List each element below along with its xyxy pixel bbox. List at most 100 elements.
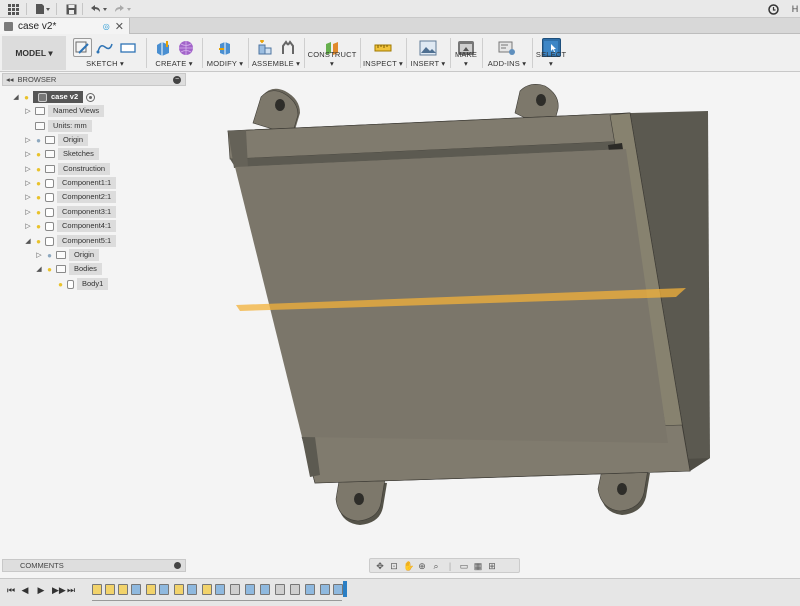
timeline-feature[interactable] — [320, 584, 330, 595]
tree-item-construction[interactable]: ▷ ● Construction — [24, 163, 111, 175]
zoom-window-icon[interactable]: ⌕ — [431, 561, 441, 571]
look-at-icon[interactable]: ⊡ — [389, 561, 399, 571]
make-group[interactable]: MAKE ▾ — [452, 36, 480, 70]
viewports-icon[interactable]: ⊞ — [487, 561, 497, 571]
expand-arrow-icon[interactable]: ▷ — [24, 150, 32, 158]
sketch-group[interactable]: SKETCH ▾ — [70, 36, 140, 70]
grid-settings-icon[interactable]: ▦ — [473, 561, 483, 571]
joint-icon[interactable] — [278, 38, 297, 57]
save-icon[interactable] — [64, 2, 78, 16]
inspect-group[interactable]: INSPECT ▾ — [362, 36, 404, 70]
tree-item-root[interactable]: ◢ ● case v2 — [12, 91, 96, 103]
file-icon[interactable] — [34, 2, 52, 16]
tree-item-bodies[interactable]: ◢ ● Bodies — [35, 263, 102, 275]
timeline-feature[interactable] — [92, 584, 102, 595]
visibility-bulb-icon[interactable]: ● — [23, 93, 30, 102]
press-pull-icon[interactable] — [216, 38, 235, 57]
browser-panel-header[interactable]: ◂◂ BROWSER − — [2, 73, 186, 86]
tree-item-component5-origin[interactable]: ▷ ● Origin — [35, 249, 100, 261]
tree-item-units[interactable]: Units: mm — [24, 120, 92, 132]
workspace-mode-button[interactable]: MODEL ▾ — [2, 36, 66, 70]
visibility-bulb-icon[interactable]: ● — [35, 237, 42, 246]
timeline-feature[interactable] — [105, 584, 115, 595]
expand-arrow-icon[interactable]: ▷ — [35, 251, 43, 259]
minimize-panel-icon[interactable]: − — [173, 75, 181, 84]
timeline-feature[interactable] — [230, 584, 240, 595]
timeline-feature[interactable] — [131, 584, 141, 595]
step-forward-icon[interactable]: ▶▶ — [52, 584, 66, 596]
model-canvas[interactable] — [190, 73, 800, 553]
visibility-bulb-icon[interactable]: ● — [35, 179, 42, 188]
tree-item-sketches[interactable]: ▷ ● Sketches — [24, 148, 99, 160]
assemble-group[interactable]: ASSEMBLE ▾ — [250, 36, 302, 70]
pan-icon[interactable]: ✋ — [403, 561, 414, 571]
tree-item-component2[interactable]: ▷ ● Component2:1 — [24, 191, 117, 203]
add-ins-group[interactable]: ADD-INS ▾ — [484, 36, 530, 70]
new-component-icon[interactable] — [255, 38, 274, 57]
go-to-end-icon[interactable]: ⏭ — [66, 584, 76, 596]
collapse-arrow-icon[interactable]: ◢ — [35, 265, 43, 273]
orbit-icon[interactable]: ✥ — [375, 561, 385, 571]
select-group[interactable]: SELECT ▾ — [534, 36, 568, 70]
undo-icon[interactable] — [88, 2, 108, 16]
go-to-start-icon[interactable]: ⏮ — [6, 584, 16, 596]
line-icon[interactable] — [96, 38, 115, 57]
insert-image-icon[interactable] — [419, 38, 438, 57]
create-sketch-icon[interactable] — [72, 38, 92, 57]
visibility-bulb-icon[interactable]: ● — [57, 280, 64, 289]
scripts-icon[interactable] — [498, 38, 517, 57]
collapse-arrow-icon[interactable]: ◢ — [12, 93, 20, 101]
app-grid-icon[interactable] — [6, 2, 20, 16]
3d-viewport[interactable] — [190, 73, 800, 553]
timeline-feature[interactable] — [305, 584, 315, 595]
close-tab-icon[interactable]: ✕ — [115, 20, 124, 33]
timeline-feature[interactable] — [202, 584, 212, 595]
tree-item-component3[interactable]: ▷ ● Component3:1 — [24, 206, 117, 218]
tree-item-body1[interactable]: ● Body1 — [57, 278, 109, 290]
tree-item-component5[interactable]: ◢ ● Component5:1 — [24, 235, 117, 247]
collapse-arrow-icon[interactable]: ◢ — [24, 237, 32, 245]
visibility-bulb-icon[interactable]: ● — [35, 222, 42, 231]
display-settings-icon[interactable]: ▭ — [459, 561, 469, 571]
timeline-feature[interactable] — [260, 584, 270, 595]
expand-arrow-icon[interactable]: ▷ — [24, 222, 32, 230]
redo-icon[interactable] — [112, 2, 132, 16]
document-tab[interactable]: case v2* ◎ ✕ — [0, 18, 130, 34]
sphere-icon[interactable] — [176, 38, 195, 57]
visibility-bulb-icon[interactable]: ● — [35, 165, 42, 174]
tree-item-component4[interactable]: ▷ ● Component4:1 — [24, 220, 117, 232]
user-initial[interactable]: H — [790, 2, 800, 16]
visibility-bulb-icon[interactable]: ● — [35, 208, 42, 217]
extrude-icon[interactable] — [153, 38, 172, 57]
timeline-feature[interactable] — [187, 584, 197, 595]
expand-arrow-icon[interactable]: ▷ — [24, 165, 32, 173]
expand-arrow-icon[interactable]: ▷ — [24, 179, 32, 187]
timeline-feature[interactable] — [290, 584, 300, 595]
visibility-bulb-icon[interactable]: ● — [35, 150, 42, 159]
rectangle-icon[interactable] — [119, 38, 138, 57]
tree-item-named-views[interactable]: ▷ Named Views — [24, 105, 105, 117]
measure-icon[interactable] — [374, 38, 393, 57]
timeline-feature[interactable] — [159, 584, 169, 595]
expand-arrow-icon[interactable]: ▷ — [24, 107, 32, 115]
tree-item-origin[interactable]: ▷ ● Origin — [24, 134, 89, 146]
timeline-feature[interactable] — [333, 584, 343, 595]
visibility-bulb-icon[interactable]: ● — [46, 251, 53, 260]
tree-item-component1[interactable]: ▷ ● Component1:1 — [24, 177, 117, 189]
create-group[interactable]: CREATE ▾ — [148, 36, 200, 70]
step-back-icon[interactable]: ◀ — [20, 584, 30, 596]
mounting-tab-bottom-left[interactable] — [335, 474, 387, 525]
expand-arrow-icon[interactable]: ▷ — [24, 208, 32, 216]
visibility-bulb-icon[interactable]: ● — [35, 193, 42, 202]
timeline-feature[interactable] — [245, 584, 255, 595]
timeline-feature[interactable] — [275, 584, 285, 595]
modify-group[interactable]: MODIFY ▾ — [204, 36, 246, 70]
collapse-panel-icon[interactable]: ◂◂ — [6, 75, 14, 84]
play-icon[interactable]: ▶ — [36, 584, 46, 596]
expand-arrow-icon[interactable]: ▷ — [24, 136, 32, 144]
activate-target-icon[interactable] — [86, 92, 96, 102]
comments-toggle-icon[interactable] — [174, 562, 181, 569]
visibility-bulb-icon[interactable]: ● — [35, 136, 42, 145]
timeline-marker[interactable] — [343, 581, 347, 597]
visibility-bulb-icon[interactable]: ● — [46, 265, 53, 274]
